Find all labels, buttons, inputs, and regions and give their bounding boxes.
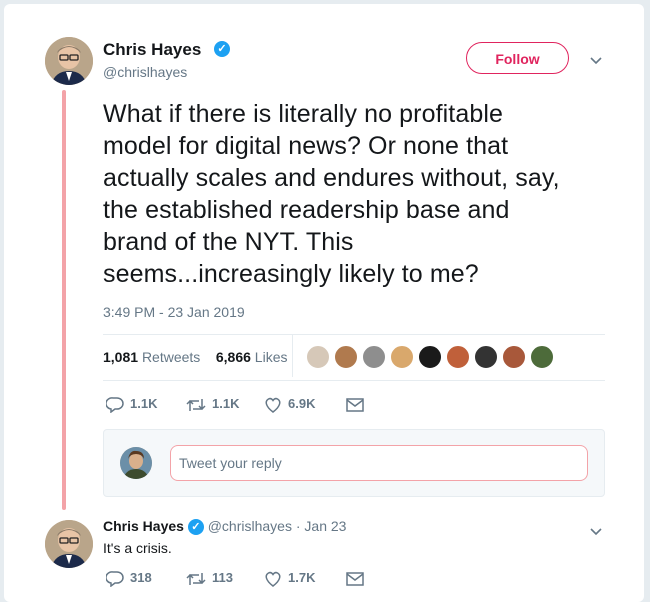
- reply-date[interactable]: · Jan 23: [296, 518, 347, 534]
- envelope-icon: [346, 571, 364, 586]
- reply-author-avatar[interactable]: [45, 520, 93, 568]
- liker-avatar[interactable]: [334, 345, 358, 369]
- reply-input[interactable]: [170, 445, 588, 481]
- reply-author-handle[interactable]: @chrislhayes: [208, 518, 292, 534]
- likes-stat[interactable]: 6,866 Likes: [216, 349, 288, 365]
- verified-badge-icon: ✓: [187, 519, 204, 536]
- tweet-text: What if there is literally no profitable…: [103, 100, 560, 288]
- message-action[interactable]: [346, 396, 370, 413]
- chevron-down-icon[interactable]: [590, 523, 602, 539]
- liker-avatar[interactable]: [474, 345, 498, 369]
- like-action[interactable]: 1.7K: [264, 570, 315, 587]
- tweet-timestamp[interactable]: 3:49 PM - 23 Jan 2019: [103, 304, 245, 320]
- liker-avatar[interactable]: [306, 345, 330, 369]
- reply-icon: [105, 570, 124, 588]
- author-avatar[interactable]: [45, 37, 93, 85]
- author-name[interactable]: Chris Hayes: [103, 40, 201, 60]
- retweet-icon: [186, 572, 206, 585]
- divider: [103, 380, 605, 381]
- heart-icon: [265, 397, 281, 413]
- message-action[interactable]: [346, 570, 370, 587]
- retweet-icon: [186, 398, 206, 411]
- reply-icon: [105, 396, 124, 414]
- liker-avatar[interactable]: [390, 345, 414, 369]
- reply-action[interactable]: 318: [105, 570, 152, 588]
- heart-icon: [265, 571, 281, 587]
- divider: [103, 334, 605, 335]
- stats-separator: [292, 335, 293, 377]
- verified-badge-icon: ✓: [214, 41, 230, 57]
- envelope-icon: [346, 397, 364, 412]
- follow-button[interactable]: Follow: [466, 42, 569, 74]
- like-action[interactable]: 6.9K: [264, 396, 315, 413]
- reply-author-name[interactable]: Chris Hayes: [103, 518, 184, 534]
- liker-avatar[interactable]: [362, 345, 386, 369]
- tweet-card: Chris Hayes ✓ @chrislhayes Follow What i…: [0, 0, 650, 602]
- current-user-avatar[interactable]: [120, 447, 152, 479]
- reply-text: It's a crisis.: [103, 540, 172, 556]
- chevron-down-icon[interactable]: [590, 52, 602, 68]
- thread-line: [62, 90, 66, 510]
- liker-avatar[interactable]: [530, 345, 554, 369]
- reply-action[interactable]: 1.1K: [105, 396, 157, 414]
- reply-composer: [103, 429, 605, 497]
- retweets-stat[interactable]: 1,081 Retweets: [103, 349, 200, 365]
- engagement-stats: 1,081 Retweets 6,866 Likes: [103, 349, 287, 365]
- author-handle[interactable]: @chrislhayes: [103, 64, 187, 80]
- liker-avatar[interactable]: [502, 345, 526, 369]
- liker-avatar[interactable]: [418, 345, 442, 369]
- liker-avatar[interactable]: [446, 345, 470, 369]
- reply-header: Chris Hayes ✓ @chrislhayes · Jan 23: [103, 518, 347, 536]
- retweet-action[interactable]: 1.1K: [186, 396, 239, 413]
- retweet-action[interactable]: 113: [186, 570, 233, 587]
- tweet-card-surface: [4, 4, 644, 602]
